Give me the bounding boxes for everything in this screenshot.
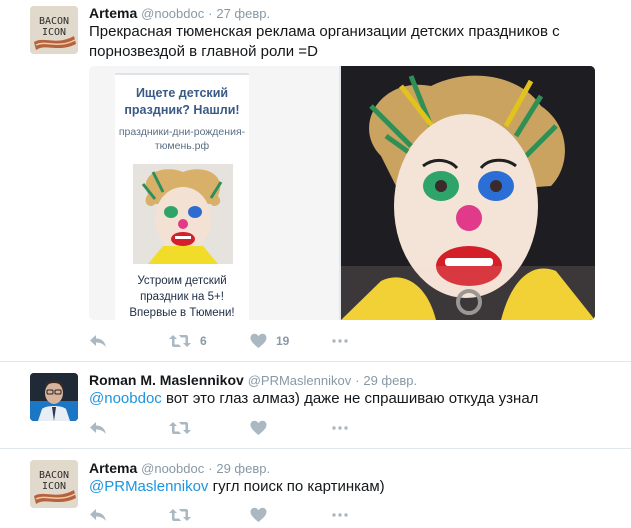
retweet-count: 6: [200, 334, 207, 348]
separator-dot: ·: [208, 461, 213, 476]
retweet-button[interactable]: [169, 418, 191, 438]
author-name[interactable]: Artema: [89, 460, 137, 476]
like-button[interactable]: [250, 505, 267, 525]
tweet-3[interactable]: BACON ICON Artema @noobdoc · 29 февр. @P…: [0, 448, 631, 528]
retweet-icon: [169, 420, 191, 436]
retweet-button[interactable]: [169, 505, 191, 525]
avatar-text-2: ICON: [42, 27, 66, 38]
avatar[interactable]: BACON ICON: [30, 6, 78, 54]
timestamp[interactable]: 27 февр.: [216, 6, 270, 21]
author-handle[interactable]: @noobdoc: [141, 461, 204, 476]
author-handle[interactable]: @noobdoc: [141, 6, 204, 21]
avatar[interactable]: BACON ICON: [30, 460, 78, 508]
more-button[interactable]: [332, 331, 348, 351]
mention-link[interactable]: @PRMaslennikov: [89, 478, 208, 495]
ad-bottom-text: Устроим детский праздник на 5+! Впервые …: [129, 275, 235, 319]
tweet-body: гугл поиск по картинкам): [208, 478, 385, 495]
reply-button[interactable]: [89, 331, 107, 351]
tweet-text: @noobdoc вот это глаз алмаз) даже не спр…: [89, 389, 609, 409]
retweet-button[interactable]: 6: [169, 331, 207, 351]
timestamp[interactable]: 29 февр.: [216, 461, 270, 476]
heart-icon: [250, 333, 267, 349]
ad-image[interactable]: Ищете детский праздник? Нашли! праздники…: [89, 66, 341, 320]
like-button[interactable]: 19: [250, 331, 289, 351]
reply-button[interactable]: [89, 418, 107, 438]
person-photo-icon: [30, 373, 78, 421]
more-icon: [332, 339, 348, 343]
clown-photo[interactable]: [341, 66, 595, 320]
avatar[interactable]: [30, 373, 78, 421]
timestamp[interactable]: 29 февр.: [363, 373, 417, 388]
heart-icon: [250, 507, 267, 523]
avatar-text-1: BACON: [39, 470, 69, 481]
mention-link[interactable]: @noobdoc: [89, 390, 162, 407]
reply-icon: [89, 420, 107, 436]
separator-dot: ·: [208, 6, 213, 21]
more-icon: [332, 426, 348, 430]
tweet-1[interactable]: BACON ICON Artema @noobdoc · 27 февр. Пр…: [0, 0, 631, 362]
heart-icon: [250, 420, 267, 436]
tweet-header: Roman M. Maslennikov @PRMaslennikov · 29…: [89, 371, 417, 390]
tweet-media[interactable]: Ищете детский праздник? Нашли! праздники…: [89, 66, 595, 320]
retweet-icon: [169, 507, 191, 523]
tweet-text: @PRMaslennikov гугл поиск по картинкам): [89, 477, 609, 497]
reply-icon: [89, 507, 107, 523]
bacon-icon-logo: BACON ICON: [30, 460, 78, 508]
tweet-2[interactable]: Roman M. Maslennikov @PRMaslennikov · 29…: [0, 361, 631, 449]
like-count: 19: [276, 334, 290, 348]
more-button[interactable]: [332, 418, 348, 438]
more-button[interactable]: [332, 505, 348, 525]
retweet-icon: [169, 333, 191, 349]
like-button[interactable]: [250, 418, 267, 438]
reply-icon: [89, 333, 107, 349]
ad-site: праздники-дни-рождения-тюмень.рф: [118, 126, 246, 152]
ad-title: Ищете детский праздник? Нашли!: [124, 86, 240, 117]
reply-button[interactable]: [89, 505, 107, 525]
separator-dot: ·: [355, 373, 360, 388]
more-icon: [332, 513, 348, 517]
tweet-header: Artema @noobdoc · 27 февр.: [89, 4, 270, 23]
author-name[interactable]: Roman M. Maslennikov: [89, 372, 244, 388]
bacon-icon-logo: BACON ICON: [30, 6, 78, 54]
tweet-text: Прекрасная тюменская реклама организации…: [89, 23, 560, 60]
avatar-text-1: BACON: [39, 16, 69, 27]
ad-clown-image: [133, 164, 233, 264]
avatar-text-2: ICON: [42, 481, 66, 492]
ad-banner: Ищете детский праздник? Нашли! праздники…: [115, 73, 249, 320]
author-name[interactable]: Artema: [89, 5, 137, 21]
tweet-header: Artema @noobdoc · 29 февр.: [89, 459, 270, 478]
author-handle[interactable]: @PRMaslennikov: [248, 373, 352, 388]
tweet-body: вот это глаз алмаз) даже не спрашиваю от…: [161, 390, 539, 407]
